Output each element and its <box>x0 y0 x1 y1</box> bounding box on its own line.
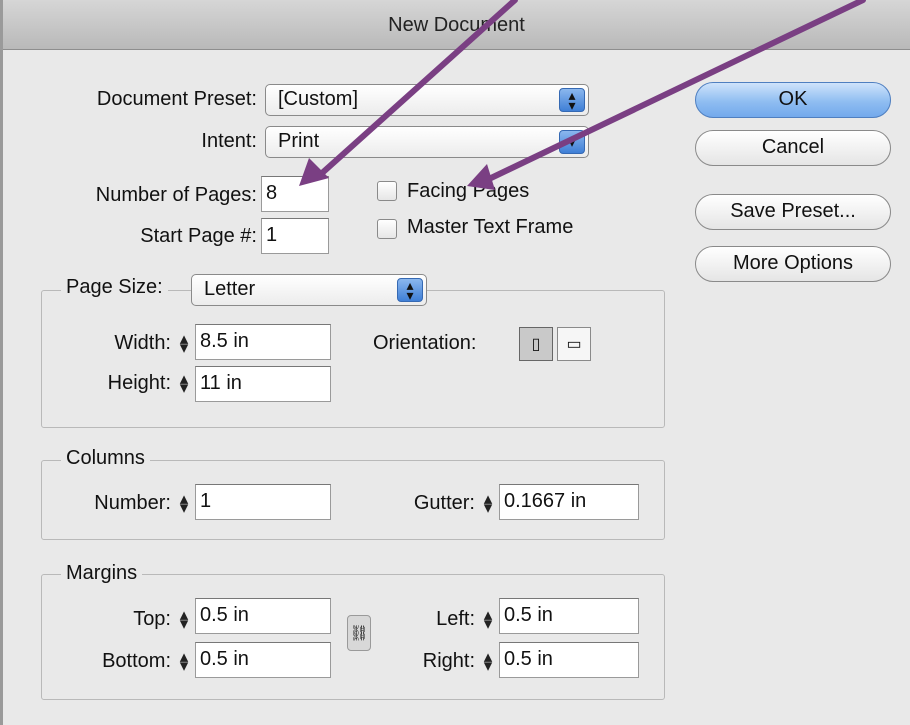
margin-right-stepper-icon[interactable]: ▴ ▾ <box>477 648 499 674</box>
document-preset-value: [Custom] <box>278 88 359 110</box>
down-arrow-icon: ▾ <box>559 130 585 154</box>
gutter-field[interactable]: 0.1667 in <box>499 484 639 520</box>
facing-pages-checkbox[interactable] <box>377 181 397 201</box>
document-preset-select[interactable]: [Custom] ▴ ▾ <box>265 84 589 116</box>
number-of-pages-label: Number of Pages: <box>95 184 257 206</box>
columns-title: Columns <box>61 447 150 470</box>
columns-number-stepper-icon[interactable]: ▴ ▾ <box>173 490 195 516</box>
start-page-field[interactable]: 1 <box>261 218 329 254</box>
facing-pages-label: Facing Pages <box>407 180 530 202</box>
margin-bottom-field[interactable]: 0.5 in <box>195 642 331 678</box>
ok-button[interactable]: OK <box>695 82 891 118</box>
height-stepper-icon[interactable]: ▴ ▾ <box>173 370 195 396</box>
columns-number-label: Number: <box>94 492 171 514</box>
portrait-orientation-icon[interactable]: ▯ <box>519 327 553 361</box>
margin-bottom-stepper-icon[interactable]: ▴ ▾ <box>173 648 195 674</box>
title-bar: New Document <box>3 0 910 50</box>
intent-select[interactable]: Print ▾ <box>265 126 589 158</box>
master-text-frame-label: Master Text Frame <box>407 216 574 238</box>
margin-bottom-label: Bottom: <box>102 650 171 672</box>
landscape-orientation-icon[interactable]: ▭ <box>557 327 591 361</box>
more-options-button[interactable]: More Options <box>695 246 891 282</box>
height-label: Height: <box>107 372 171 394</box>
width-field[interactable]: 8.5 in <box>195 324 331 360</box>
margin-right-label: Right: <box>422 650 475 672</box>
margin-top-label: Top: <box>133 608 171 630</box>
margin-right-field[interactable]: 0.5 in <box>499 642 639 678</box>
master-text-frame-checkbox[interactable] <box>377 219 397 239</box>
intent-label: Intent: <box>201 130 257 152</box>
margin-left-field[interactable]: 0.5 in <box>499 598 639 634</box>
margin-left-stepper-icon[interactable]: ▴ ▾ <box>477 606 499 632</box>
columns-number-field[interactable]: 1 <box>195 484 331 520</box>
save-preset-button[interactable]: Save Preset... <box>695 194 891 230</box>
number-of-pages-field[interactable]: 8 <box>261 176 329 212</box>
width-stepper-icon[interactable]: ▴ ▾ <box>173 330 195 356</box>
page-size-label: Page Size: <box>61 276 168 299</box>
up-down-arrows-icon: ▴ ▾ <box>397 278 423 302</box>
up-down-arrows-icon: ▴ ▾ <box>559 88 585 112</box>
start-page-label: Start Page #: <box>140 225 257 247</box>
width-label: Width: <box>114 332 171 354</box>
document-preset-label: Document Preset: <box>96 88 257 110</box>
margin-top-field[interactable]: 0.5 in <box>195 598 331 634</box>
cancel-button[interactable]: Cancel <box>695 130 891 166</box>
window-title: New Document <box>388 14 525 36</box>
margin-left-label: Left: <box>436 608 475 630</box>
page-size-select[interactable]: Letter ▴ ▾ <box>191 274 427 306</box>
margins-title: Margins <box>61 562 143 585</box>
intent-value: Print <box>278 130 320 152</box>
margin-top-stepper-icon[interactable]: ▴ ▾ <box>173 606 195 632</box>
gutter-stepper-icon[interactable]: ▴ ▾ <box>477 490 499 516</box>
height-field[interactable]: 11 in <box>195 366 331 402</box>
page-size-value: Letter <box>204 278 256 300</box>
orientation-label: Orientation: <box>373 332 477 354</box>
new-document-dialog: New Document Document Preset: [Custom] ▴… <box>0 0 910 725</box>
gutter-label: Gutter: <box>413 492 475 514</box>
